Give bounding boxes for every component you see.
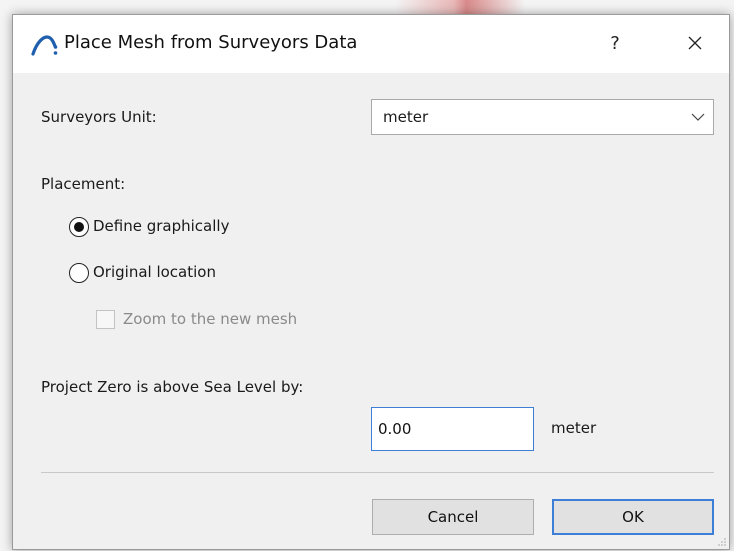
sea-level-unit-label: meter bbox=[551, 419, 597, 437]
surveyors-unit-select[interactable]: meter bbox=[371, 99, 714, 135]
help-button[interactable]: ? bbox=[598, 29, 632, 59]
radio-dot bbox=[73, 221, 84, 232]
surveyors-unit-value: meter bbox=[383, 108, 429, 126]
checkbox-box bbox=[96, 310, 115, 329]
close-button[interactable] bbox=[678, 29, 712, 59]
title-bar: Place Mesh from Surveyors Data ? bbox=[13, 15, 729, 73]
sea-level-input[interactable] bbox=[371, 407, 534, 451]
checkbox-label: Zoom to the new mesh bbox=[123, 310, 298, 328]
close-icon bbox=[688, 36, 702, 50]
surveyors-unit-label: Surveyors Unit: bbox=[41, 108, 157, 126]
placement-label: Placement: bbox=[41, 175, 126, 193]
place-mesh-dialog: Place Mesh from Surveyors Data ? Surveyo… bbox=[12, 14, 730, 550]
divider bbox=[41, 472, 714, 473]
ok-button[interactable]: OK bbox=[552, 499, 714, 535]
project-zero-label: Project Zero is above Sea Level by: bbox=[41, 378, 304, 396]
radio-original-location[interactable]: Original location bbox=[69, 261, 269, 287]
cancel-button[interactable]: Cancel bbox=[372, 499, 534, 535]
radio-label: Original location bbox=[93, 263, 216, 281]
backdrop-accent bbox=[395, 0, 525, 14]
zoom-to-new-mesh-checkbox: Zoom to the new mesh bbox=[96, 307, 336, 333]
radio-define-graphically[interactable]: Define graphically bbox=[69, 215, 269, 241]
radio-button-checked[interactable] bbox=[69, 217, 89, 237]
dialog-title: Place Mesh from Surveyors Data bbox=[64, 32, 358, 53]
archicad-mesh-icon bbox=[31, 35, 58, 56]
radio-button[interactable] bbox=[69, 263, 89, 283]
radio-label: Define graphically bbox=[93, 217, 230, 235]
chevron-down-icon bbox=[691, 113, 705, 121]
resize-grip-icon[interactable] bbox=[717, 537, 727, 547]
